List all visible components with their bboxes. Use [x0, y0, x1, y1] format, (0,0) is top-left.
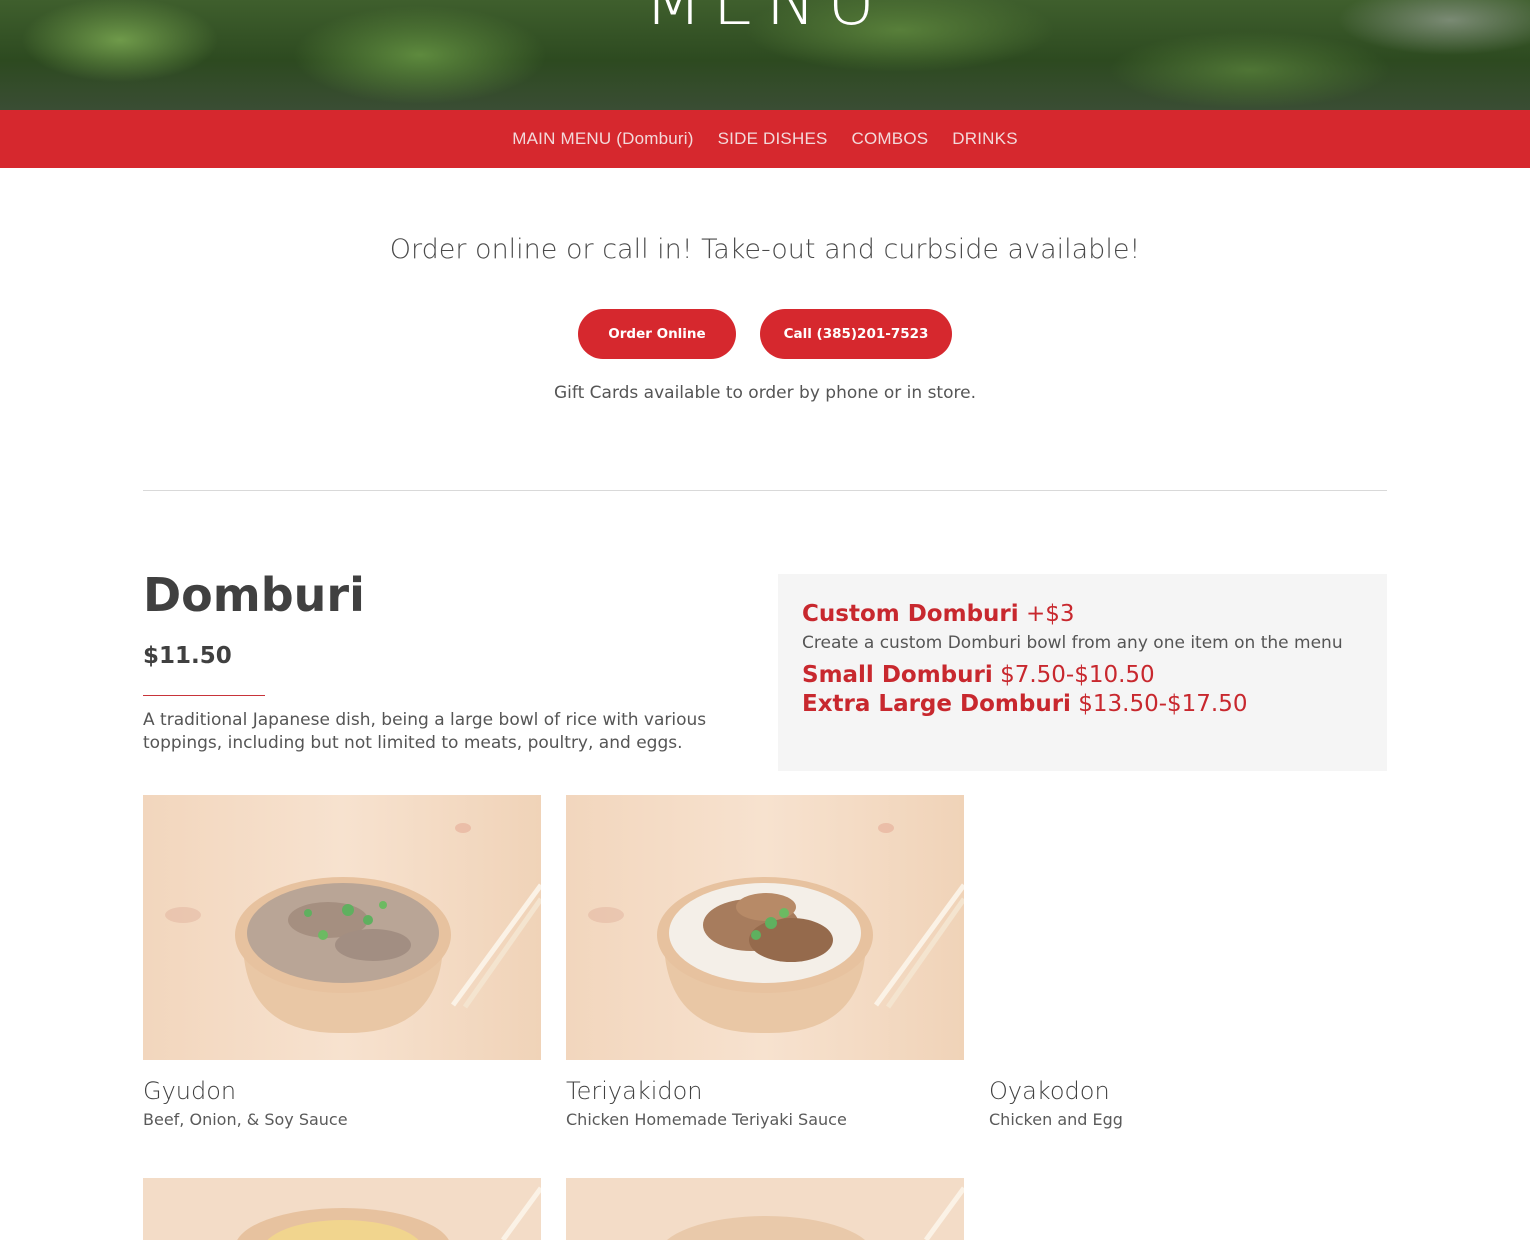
- section-description: A traditional Japanese dish, being a lar…: [143, 710, 707, 753]
- section-title: Domburi: [143, 568, 365, 622]
- menu-item-oyakodon[interactable]: Oyakodon Chicken and Egg: [989, 795, 1387, 1129]
- custom-domburi-description: Create a custom Domburi bowl from any on…: [802, 633, 1343, 653]
- order-tagline: Order online or call in! Take-out and cu…: [389, 234, 1141, 265]
- nav-item-combos[interactable]: COMBOS: [852, 129, 929, 149]
- menu-item-next-row-1[interactable]: [143, 1178, 541, 1240]
- custom-domburi-heading: Custom Domburi +$3: [802, 598, 1363, 630]
- nav-item-main-menu[interactable]: MAIN MENU (Domburi): [512, 129, 693, 149]
- beef-bowl-photo: [143, 795, 541, 1060]
- menu-nav: MAIN MENU (Domburi) SIDE DISHES COMBOS D…: [0, 110, 1530, 168]
- menu-item-next-row-2[interactable]: [566, 1178, 964, 1240]
- menu-item-teriyakidon[interactable]: Teriyakidon Chicken Homemade Teriyaki Sa…: [566, 795, 964, 1129]
- bowl-photo: [566, 1178, 964, 1240]
- small-domburi-price: $7.50-$10.50: [1000, 662, 1155, 688]
- hero-title: MENU: [643, 0, 887, 41]
- item-description: Chicken and Egg: [989, 1110, 1123, 1129]
- section-price: $11.50: [143, 643, 232, 669]
- bowl-photo: [143, 1178, 541, 1240]
- giftcards-note: Gift Cards available to order by phone o…: [554, 383, 976, 403]
- item-name: Oyakodon: [989, 1077, 1110, 1105]
- nav-item-side-dishes[interactable]: SIDE DISHES: [718, 129, 828, 149]
- custom-domburi-price: +$3: [1025, 601, 1075, 627]
- item-name: Gyudon: [143, 1077, 237, 1105]
- menu-item-gyudon[interactable]: Gyudon Beef, Onion, & Soy Sauce: [143, 795, 541, 1129]
- custom-domburi-panel: Custom Domburi +$3 Create a custom Dombu…: [778, 574, 1387, 771]
- item-description: Beef, Onion, & Soy Sauce: [143, 1110, 348, 1129]
- call-button[interactable]: Call (385)201-7523: [760, 309, 952, 359]
- teriyaki-bowl-photo: [566, 795, 964, 1060]
- item-description: Chicken Homemade Teriyaki Sauce: [566, 1110, 847, 1129]
- nav-item-drinks[interactable]: DRINKS: [952, 129, 1017, 149]
- hero-banner: MENU: [0, 0, 1530, 110]
- small-domburi-line: Small Domburi $7.50-$10.50: [802, 661, 1363, 690]
- small-domburi-label: Small Domburi: [802, 662, 993, 688]
- section-divider: [143, 490, 1387, 491]
- custom-domburi-title: Custom Domburi: [802, 601, 1019, 627]
- oyakodon-photo-placeholder: [989, 795, 1387, 1060]
- xl-domburi-price: $13.50-$17.50: [1078, 691, 1248, 717]
- xl-domburi-label: Extra Large Domburi: [802, 691, 1071, 717]
- title-underline: [143, 695, 265, 696]
- item-name: Teriyakidon: [566, 1077, 703, 1105]
- order-online-button[interactable]: Order Online: [578, 309, 736, 359]
- xl-domburi-line: Extra Large Domburi $13.50-$17.50: [802, 690, 1363, 719]
